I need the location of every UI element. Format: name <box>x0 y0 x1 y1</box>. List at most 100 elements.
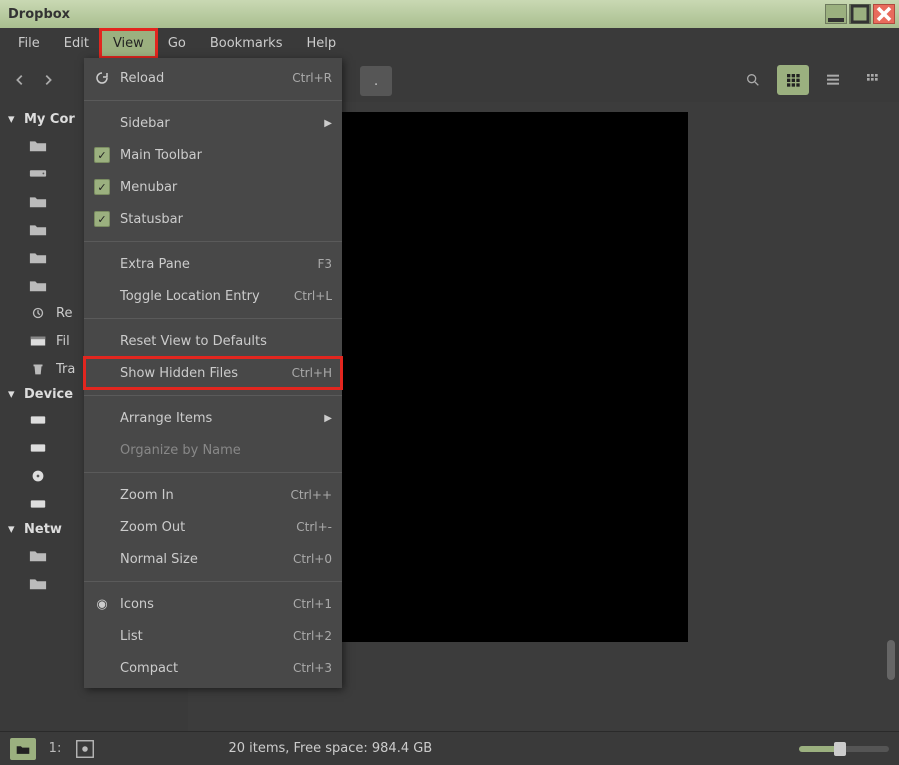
submenu-arrow-icon: ▶ <box>324 118 332 129</box>
view-menu-dropdown: Reload Ctrl+R Sidebar ▶ Main Toolbar Men… <box>84 58 342 688</box>
menu-item-accel: Ctrl+2 <box>293 629 332 643</box>
menu-separator <box>84 100 342 101</box>
nav-back-button[interactable] <box>10 70 30 90</box>
recent-icon <box>28 305 48 321</box>
menu-list-view[interactable]: List Ctrl+2 <box>84 620 342 652</box>
menu-item-accel: Ctrl++ <box>291 488 332 502</box>
window-title: Dropbox <box>8 7 823 22</box>
menu-item-label: Arrange Items <box>120 411 314 426</box>
tree-label: 1: <box>49 741 62 756</box>
radio-selected-icon: ◉ <box>94 597 110 612</box>
maximize-button[interactable] <box>849 4 871 24</box>
menu-menubar[interactable]: Menubar <box>84 171 342 203</box>
menu-separator <box>84 472 342 473</box>
chevron-down-icon: ▾ <box>8 112 18 127</box>
menu-item-label: Show Hidden Files <box>120 366 282 381</box>
status-text: 20 items, Free space: 984.4 GB <box>106 741 555 756</box>
view-list-button[interactable] <box>817 65 849 95</box>
minimize-button[interactable] <box>825 4 847 24</box>
menu-item-label: Toggle Location Entry <box>120 289 284 304</box>
breadcrumb-segment[interactable]: . <box>360 66 392 96</box>
menu-item-accel: Ctrl+0 <box>293 552 332 566</box>
sidebar-section-label: Netw <box>24 522 62 537</box>
sidebar-section-label: Device <box>24 387 73 402</box>
filesystem-icon <box>28 333 48 349</box>
sidebar-scrollbar-thumb[interactable] <box>887 640 895 680</box>
menu-separator <box>84 241 342 242</box>
view-icons-button[interactable] <box>777 65 809 95</box>
checkbox-checked-icon <box>94 211 110 227</box>
view-compact-button[interactable] <box>857 65 889 95</box>
menu-icons-view[interactable]: ◉ Icons Ctrl+1 <box>84 588 342 620</box>
checkbox-checked-icon <box>94 179 110 195</box>
menu-item-accel: Ctrl+1 <box>293 597 332 611</box>
zoom-slider[interactable] <box>799 746 889 752</box>
zoom-slider-knob[interactable] <box>834 742 846 756</box>
menu-organize-by-name: Organize by Name <box>84 434 342 466</box>
menu-compact-view[interactable]: Compact Ctrl+3 <box>84 652 342 684</box>
sidebar-section-label: My Cor <box>24 112 75 127</box>
menu-sidebar[interactable]: Sidebar ▶ <box>84 107 342 139</box>
menu-item-label: Compact <box>120 661 283 676</box>
menu-arrange-items[interactable]: Arrange Items ▶ <box>84 402 342 434</box>
menu-reset-view[interactable]: Reset View to Defaults <box>84 325 342 357</box>
menu-zoom-out[interactable]: Zoom Out Ctrl+- <box>84 511 342 543</box>
menu-item-label: Normal Size <box>120 552 283 567</box>
menu-statusbar[interactable]: Statusbar <box>84 203 342 235</box>
statusbar: 1: 20 items, Free space: 984.4 GB <box>0 731 899 765</box>
menu-extra-pane[interactable]: Extra Pane F3 <box>84 248 342 280</box>
chevron-down-icon: ▾ <box>8 522 18 537</box>
menu-main-toolbar[interactable]: Main Toolbar <box>84 139 342 171</box>
menu-item-label: Icons <box>120 597 283 612</box>
reload-icon <box>94 70 110 86</box>
menu-item-label: Statusbar <box>120 212 332 227</box>
menu-go[interactable]: Go <box>156 30 198 57</box>
menu-item-accel: Ctrl+L <box>294 289 332 303</box>
tree-button[interactable]: 1: <box>44 740 66 758</box>
menu-item-label: Extra Pane <box>120 257 307 272</box>
menu-help[interactable]: Help <box>294 30 348 57</box>
show-hidden-toggle-icon[interactable] <box>74 740 96 758</box>
menu-item-accel: F3 <box>317 257 332 271</box>
menu-separator <box>84 318 342 319</box>
disk-icon <box>28 412 48 428</box>
menu-item-accel: Ctrl+3 <box>293 661 332 675</box>
optical-disc-icon <box>28 468 48 484</box>
menu-item-label: Zoom Out <box>120 520 286 535</box>
submenu-arrow-icon: ▶ <box>324 413 332 424</box>
folder-icon <box>28 221 48 237</box>
menu-normal-size[interactable]: Normal Size Ctrl+0 <box>84 543 342 575</box>
menubar: File Edit View Go Bookmarks Help <box>0 28 899 58</box>
menu-edit[interactable]: Edit <box>52 30 101 57</box>
folder-icon <box>28 277 48 293</box>
menu-zoom-in[interactable]: Zoom In Ctrl++ <box>84 479 342 511</box>
menu-item-label: Organize by Name <box>120 443 332 458</box>
menu-reload[interactable]: Reload Ctrl+R <box>84 62 342 94</box>
menu-show-hidden-files[interactable]: Show Hidden Files Ctrl+H <box>84 357 342 389</box>
menu-item-label: Main Toolbar <box>120 148 332 163</box>
chevron-down-icon: ▾ <box>8 387 18 402</box>
drive-icon <box>28 165 48 181</box>
menu-view[interactable]: View <box>101 30 156 57</box>
folder-icon <box>28 193 48 209</box>
menu-item-accel: Ctrl+- <box>296 520 332 534</box>
menu-item-label: List <box>120 629 283 644</box>
menu-separator <box>84 581 342 582</box>
folder-icon <box>28 575 48 591</box>
nav-forward-button[interactable] <box>38 70 58 90</box>
menu-separator <box>84 395 342 396</box>
folder-icon <box>28 547 48 563</box>
disk-icon <box>28 440 48 456</box>
window-titlebar: Dropbox <box>0 0 899 28</box>
menu-item-label: Zoom In <box>120 488 281 503</box>
menu-item-label: Menubar <box>120 180 332 195</box>
search-button[interactable] <box>737 65 769 95</box>
menu-toggle-location[interactable]: Toggle Location Entry Ctrl+L <box>84 280 342 312</box>
close-button[interactable] <box>873 4 895 24</box>
menu-item-label: Sidebar <box>120 116 314 131</box>
menu-item-accel: Ctrl+H <box>292 366 332 380</box>
menu-file[interactable]: File <box>6 30 52 57</box>
places-button[interactable] <box>10 738 36 760</box>
trash-icon <box>28 361 48 377</box>
menu-bookmarks[interactable]: Bookmarks <box>198 30 295 57</box>
